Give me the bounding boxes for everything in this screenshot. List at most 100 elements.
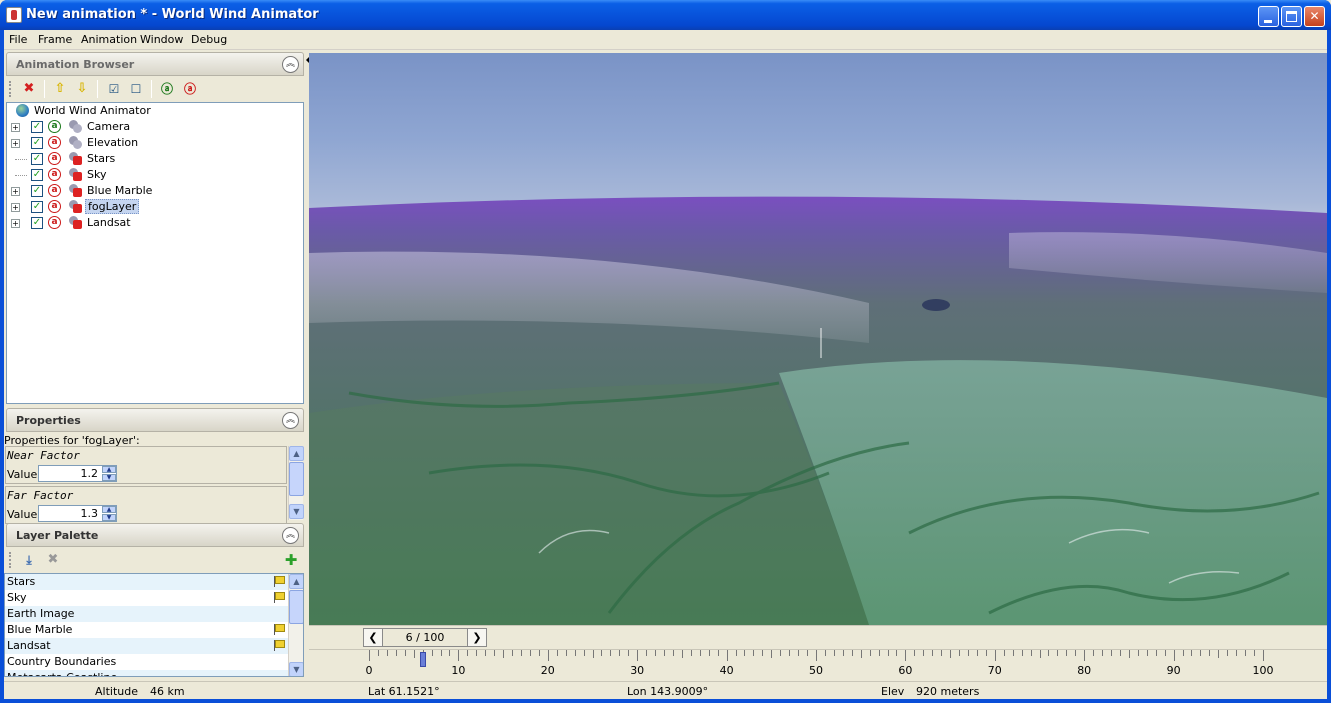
move-up-icon[interactable]: ⇧ (51, 80, 69, 98)
palette-item[interactable]: Sky (5, 590, 288, 606)
palette-item[interactable]: Country Boundaries (5, 654, 288, 670)
timeline-tick (1263, 650, 1264, 661)
properties-header[interactable]: Properties ︽ (6, 408, 304, 432)
timeline-tick-label: 30 (630, 664, 645, 677)
title-bar[interactable]: New animation * - World Wind Animator ✕ (0, 0, 1331, 30)
animated-off-icon[interactable]: a (48, 184, 61, 197)
import-icon[interactable]: ⤓ (20, 551, 38, 569)
enabled-checkbox[interactable]: ✓ (31, 217, 43, 229)
scroll-down-icon[interactable]: ▼ (289, 504, 304, 519)
tree-node-label[interactable]: Blue Marble (85, 184, 154, 197)
palette-item[interactable]: Blue Marble (5, 622, 288, 638)
enabled-checkbox[interactable]: ✓ (31, 201, 43, 213)
timeline-tick (664, 650, 666, 656)
animated-on-icon[interactable]: a (48, 120, 61, 133)
delete-icon[interactable]: ✖ (20, 80, 38, 98)
palette-item[interactable]: Earth Image (5, 606, 288, 622)
expand-icon[interactable]: + (11, 139, 20, 148)
scroll-up-icon[interactable]: ▲ (289, 574, 303, 589)
check-all-icon[interactable]: ☑ (105, 80, 123, 98)
uncheck-all-icon[interactable]: ☐ (127, 80, 145, 98)
tree-node-blue-marble[interactable]: + ✓ a Blue Marble (7, 183, 303, 199)
tree-node-label[interactable]: Stars (85, 152, 117, 165)
enabled-checkbox[interactable]: ✓ (31, 153, 43, 165)
enabled-checkbox[interactable]: ✓ (31, 121, 43, 133)
collapse-layer-palette-button[interactable]: ︽ (282, 527, 299, 544)
enabled-checkbox[interactable]: ✓ (31, 185, 43, 197)
globe-viewport[interactable] (309, 53, 1327, 625)
tree-node-label[interactable]: Sky (85, 168, 108, 181)
tree-node-landsat[interactable]: + ✓ a Landsat (7, 215, 303, 231)
tree-node-label[interactable]: fogLayer (85, 199, 140, 214)
animation-browser-header[interactable]: Animation Browser ︽ (6, 52, 304, 76)
animated-off-icon[interactable]: a (48, 136, 61, 149)
animated-off-icon[interactable]: a (48, 168, 61, 181)
collapse-animation-browser-button[interactable]: ︽ (282, 56, 299, 73)
expand-icon[interactable]: + (11, 123, 20, 132)
menu-animation[interactable]: Animation (81, 33, 137, 46)
far-factor-spinner[interactable]: 1.3 ▲ ▼ (38, 505, 117, 522)
animated-off-icon[interactable]: a (48, 200, 61, 213)
palette-item[interactable]: Stars (5, 574, 288, 590)
spinner-down-icon[interactable]: ▼ (102, 474, 116, 481)
scroll-thumb[interactable] (289, 462, 304, 496)
expand-icon[interactable]: + (11, 203, 20, 212)
previous-frame-button[interactable]: ❮ (363, 628, 383, 647)
scroll-up-icon[interactable]: ▲ (289, 446, 304, 461)
menu-frame[interactable]: Frame (38, 33, 72, 46)
menu-debug[interactable]: Debug (191, 33, 227, 46)
add-layer-icon[interactable]: ✚ (282, 551, 300, 569)
enabled-checkbox[interactable]: ✓ (31, 137, 43, 149)
layer-palette-list[interactable]: Stars Sky Earth Image Blue Marble Landsat Cou… (4, 573, 304, 677)
maximize-button[interactable] (1281, 6, 1302, 27)
palette-item[interactable]: Landsat (5, 638, 288, 654)
animate-off-icon[interactable]: ⓐ (181, 80, 199, 98)
far-factor-value[interactable]: 1.3 (81, 507, 99, 520)
timeline-playhead[interactable] (419, 652, 426, 667)
tree-node-foglayer[interactable]: + ✓ a fogLayer (7, 199, 303, 215)
palette-item[interactable]: Metacarta Coastline (5, 670, 288, 676)
menu-file[interactable]: File (9, 33, 27, 46)
tree-node-label[interactable]: Landsat (85, 216, 133, 229)
near-factor-spinner[interactable]: 1.2 ▲ ▼ (38, 465, 117, 482)
toolbar-grip-icon[interactable] (9, 81, 11, 97)
collapse-properties-button[interactable]: ︽ (282, 412, 299, 429)
scroll-thumb[interactable] (289, 590, 303, 624)
animated-off-icon[interactable]: a (48, 216, 61, 229)
timeline-tick (1236, 650, 1238, 656)
scroll-down-icon[interactable]: ▼ (289, 662, 303, 676)
tree-node-elevation[interactable]: + ✓ a Elevation (7, 135, 303, 151)
timeline-tick-label: 100 (1252, 664, 1274, 677)
tree-node-label[interactable]: Elevation (85, 136, 140, 149)
spinner-up-icon[interactable]: ▲ (102, 506, 116, 513)
next-frame-button[interactable]: ❯ (467, 628, 487, 647)
move-down-icon[interactable]: ⇩ (73, 80, 91, 98)
tree-node-camera[interactable]: + ✓ a Camera (7, 119, 303, 135)
frame-display[interactable]: 6 / 100 (383, 628, 467, 647)
close-button[interactable]: ✕ (1304, 6, 1325, 27)
animation-tree[interactable]: World Wind Animator + ✓ a Camera + ✓ a Elevatio… (6, 102, 304, 404)
remove-icon[interactable]: ✖ (44, 551, 62, 569)
tree-node-label[interactable]: Camera (85, 120, 132, 133)
animate-on-icon[interactable]: ⓐ (158, 80, 176, 98)
property-far-factor: Far Factor Value: 1.3 ▲ ▼ (5, 486, 287, 524)
toolbar-grip-icon[interactable] (9, 552, 11, 568)
menu-window[interactable]: Window (140, 33, 183, 46)
expand-icon[interactable]: + (11, 219, 20, 228)
tree-node-sky[interactable]: ✓ a Sky (7, 167, 303, 183)
timeline-tick (1137, 650, 1139, 656)
spinner-down-icon[interactable]: ▼ (102, 514, 116, 521)
tree-node-stars[interactable]: ✓ a Stars (7, 151, 303, 167)
near-factor-value[interactable]: 1.2 (81, 467, 99, 480)
palette-scrollbar[interactable]: ▲ ▼ (288, 574, 303, 676)
spinner-up-icon[interactable]: ▲ (102, 466, 116, 473)
animated-off-icon[interactable]: a (48, 152, 61, 165)
app-icon[interactable] (6, 7, 22, 23)
expand-icon[interactable]: + (11, 187, 20, 196)
timeline-ruler[interactable]: 0 10 20 30 40 50 60 70 80 90 100 (309, 649, 1327, 681)
layer-palette-header[interactable]: Layer Palette ︽ (6, 523, 304, 547)
tree-root[interactable]: World Wind Animator (7, 103, 303, 119)
minimize-button[interactable] (1258, 6, 1279, 27)
enabled-checkbox[interactable]: ✓ (31, 169, 43, 181)
properties-scrollbar[interactable]: ▲ ▼ (288, 446, 304, 520)
